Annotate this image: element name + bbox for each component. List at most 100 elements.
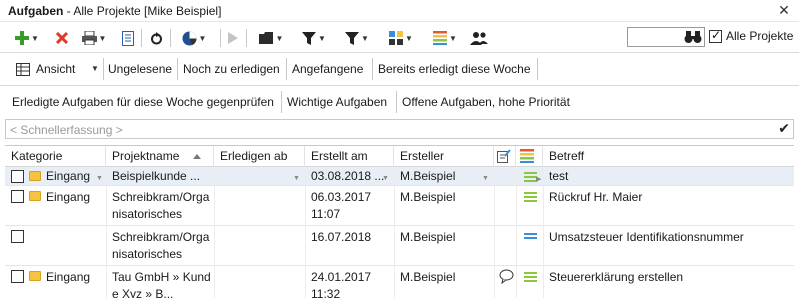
refresh-button[interactable] bbox=[148, 27, 164, 49]
filter-todo[interactable]: Noch zu erledigen bbox=[183, 59, 280, 79]
cell-subject[interactable]: test bbox=[549, 167, 789, 185]
sort-ascending-icon bbox=[193, 154, 201, 159]
cell-creator[interactable]: M.Beispiel bbox=[400, 226, 492, 246]
saved-filter-bar: Erledigte Aufgaben für diese Woche gegen… bbox=[0, 88, 799, 116]
report-button[interactable] bbox=[120, 27, 136, 49]
all-projects-checkbox[interactable] bbox=[709, 28, 722, 43]
row-checkbox[interactable] bbox=[11, 230, 24, 243]
binoculars-icon[interactable] bbox=[684, 29, 702, 45]
table-row[interactable]: Eingang Tau GmbH » Kunde Xyz » B... 24.0… bbox=[5, 266, 794, 298]
chevron-down-icon[interactable]: ▼ bbox=[276, 34, 284, 43]
cell-created-time[interactable]: 11:07 bbox=[311, 203, 393, 223]
chevron-down-icon[interactable]: ▼ bbox=[31, 34, 39, 43]
column-header-creator[interactable]: Ersteller bbox=[394, 146, 494, 167]
quick-entry-placeholder: < Schnellerfassung > bbox=[10, 123, 123, 137]
cell-project[interactable]: Schreibkram/Organisatorisches bbox=[112, 226, 211, 263]
cell-creator[interactable]: M.Beispiel bbox=[400, 266, 492, 286]
folder-icon bbox=[29, 191, 41, 201]
chevron-down-icon[interactable]: ▼ bbox=[382, 175, 389, 182]
chevron-down-icon[interactable]: ▼ bbox=[361, 34, 369, 43]
checkmark-icon[interactable]: ✔ bbox=[778, 120, 790, 137]
users-button[interactable] bbox=[468, 27, 490, 49]
column-header-due[interactable]: Erledigen ab bbox=[214, 146, 305, 167]
table-icon bbox=[16, 63, 30, 76]
folder-icon bbox=[258, 32, 273, 44]
printer-icon bbox=[81, 31, 97, 45]
column-header-priority[interactable] bbox=[516, 146, 543, 167]
cell-subject[interactable]: Rückruf Hr. Maier bbox=[549, 186, 789, 206]
view-button[interactable]: Ansicht bbox=[36, 59, 75, 79]
cell-project[interactable]: Beispielkunde ... bbox=[112, 167, 212, 185]
column-header-subject[interactable]: Betreff bbox=[543, 146, 794, 167]
task-grid: Kategorie Projektname Erledigen ab Erste… bbox=[5, 145, 794, 298]
plus-icon bbox=[15, 31, 30, 45]
chart-button[interactable]: ▼ bbox=[178, 27, 210, 49]
close-icon[interactable]: ✕ bbox=[777, 2, 791, 19]
chevron-down-icon[interactable]: ▼ bbox=[449, 34, 457, 43]
column-header-category[interactable]: Kategorie bbox=[5, 146, 106, 167]
cell-category[interactable]: Eingang bbox=[46, 186, 104, 206]
category-button[interactable]: ▼ bbox=[385, 27, 417, 49]
chevron-down-icon[interactable]: ▼ bbox=[293, 175, 300, 182]
chevron-down-icon[interactable]: ▼ bbox=[405, 34, 413, 43]
view-filter-bar: Ansicht ▼ Ungelesene Noch zu erledigen A… bbox=[0, 55, 799, 83]
cell-created-date[interactable]: 16.07.2018 bbox=[311, 226, 393, 246]
filter-unread[interactable]: Ungelesene bbox=[108, 59, 172, 79]
filter2-button[interactable]: ▼ bbox=[341, 27, 373, 49]
play-button[interactable] bbox=[226, 27, 240, 49]
add-button[interactable]: ▼ bbox=[12, 27, 42, 49]
filter-icon bbox=[345, 31, 360, 45]
cell-category[interactable]: Eingang bbox=[46, 266, 104, 286]
cell-created-time[interactable]: 11:32 bbox=[311, 283, 393, 298]
chevron-down-icon[interactable]: ▼ bbox=[91, 64, 99, 73]
filter-button[interactable]: ▼ bbox=[298, 27, 330, 49]
chevron-down-icon[interactable]: ▼ bbox=[318, 34, 326, 43]
chevron-down-icon[interactable]: ▼ bbox=[482, 175, 489, 182]
cell-category[interactable] bbox=[46, 226, 104, 229]
filter-icon bbox=[302, 31, 317, 45]
title-bar: Aufgaben - Alle Projekte [Mike Beispiel]… bbox=[0, 0, 799, 22]
pie-chart-icon bbox=[182, 31, 197, 45]
priority-icon bbox=[433, 31, 448, 45]
grid-header: Kategorie Projektname Erledigen ab Erste… bbox=[5, 146, 794, 167]
filter-done-this-week[interactable]: Bereits erledigt diese Woche bbox=[378, 59, 531, 79]
row-checkbox[interactable] bbox=[11, 270, 24, 283]
row-checkbox[interactable] bbox=[11, 190, 24, 203]
table-row[interactable]: Eingang Schreibkram/Organisatorisches 06… bbox=[5, 186, 794, 226]
cell-project[interactable]: Tau GmbH » Kunde Xyz » B... bbox=[112, 266, 211, 298]
saved-filter-open-high[interactable]: Offene Aufgaben, hohe Priorität bbox=[402, 92, 570, 112]
category-icon bbox=[389, 31, 404, 45]
cell-project[interactable]: Schreibkram/Organisatorisches bbox=[112, 186, 211, 223]
table-row[interactable]: Schreibkram/Organisatorisches 16.07.2018… bbox=[5, 226, 794, 266]
quick-entry-input[interactable]: < Schnellerfassung > ✔ bbox=[5, 119, 794, 139]
priority-blue-icon[interactable] bbox=[524, 233, 537, 241]
chevron-down-icon[interactable]: ▼ bbox=[96, 175, 103, 182]
priority-green-icon[interactable] bbox=[524, 192, 537, 204]
folder-button[interactable]: ▼ bbox=[254, 27, 288, 49]
saved-filter-important[interactable]: Wichtige Aufgaben bbox=[287, 92, 387, 112]
column-header-note[interactable] bbox=[494, 146, 516, 167]
cell-creator[interactable]: M.Beispiel bbox=[400, 186, 492, 206]
cell-subject[interactable]: Umsatzsteuer Identifikationsnummer bbox=[549, 226, 789, 246]
document-icon bbox=[122, 30, 134, 46]
delete-button[interactable] bbox=[53, 27, 71, 49]
chevron-right-icon[interactable]: ▶ bbox=[536, 175, 541, 183]
cell-created[interactable]: 03.08.2018 ... bbox=[311, 167, 393, 185]
print-button[interactable]: ▼ bbox=[80, 27, 108, 49]
saved-filter-check-done[interactable]: Erledigte Aufgaben für diese Woche gegen… bbox=[12, 92, 274, 112]
chevron-down-icon[interactable]: ▼ bbox=[99, 34, 107, 43]
row-checkbox[interactable] bbox=[11, 170, 24, 183]
all-projects-toggle[interactable]: Alle Projekte bbox=[709, 28, 794, 43]
window-title: Aufgaben - Alle Projekte [Mike Beispiel] bbox=[8, 4, 222, 18]
table-row[interactable]: Eingang ▼ Beispielkunde ... ▼ 03.08.2018… bbox=[5, 167, 794, 186]
priority-button[interactable]: ▼ bbox=[429, 27, 461, 49]
column-header-created[interactable]: Erstellt am bbox=[305, 146, 394, 167]
chevron-down-icon[interactable]: ▼ bbox=[199, 34, 207, 43]
priority-green-icon[interactable] bbox=[524, 272, 537, 284]
play-icon bbox=[228, 32, 238, 44]
comment-icon[interactable] bbox=[499, 269, 514, 284]
filter-started[interactable]: Angefangene bbox=[292, 59, 363, 79]
cell-creator[interactable]: M.Beispiel bbox=[400, 167, 492, 185]
all-projects-label: Alle Projekte bbox=[726, 29, 794, 43]
cell-subject[interactable]: Steuererklärung erstellen bbox=[549, 266, 789, 286]
